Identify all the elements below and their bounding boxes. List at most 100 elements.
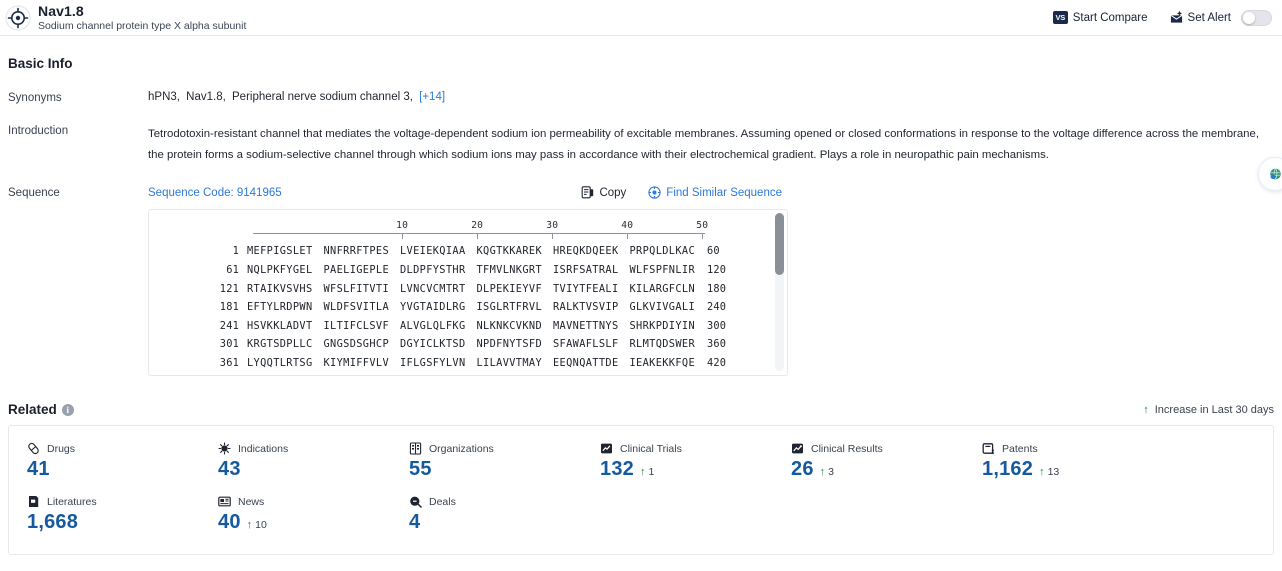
card-label: Deals [429,495,456,508]
up-arrow-icon: ↑ [246,519,253,532]
synonyms-value: hPN3, Nav1.8, Peripheral nerve sodium ch… [148,91,1274,104]
card-label: Drugs [47,442,76,455]
seq-chunk: ALVGLQLFKG [400,319,466,332]
related-card-clinical-results[interactable]: Clinical Results 26 ↑ 3 [773,442,964,495]
related-card-drugs[interactable]: Drugs 41 [9,442,200,495]
related-card-patents[interactable]: Patents 1,162 ↑ 13 [964,442,1155,495]
news-icon [218,495,231,508]
increase-legend-label: Increase in Last 30 days [1154,403,1274,416]
ruler-tick-label: 40 [621,220,634,232]
chat-globe-icon [1269,168,1282,181]
line-end-number: 300 [707,319,727,332]
seq-chunk: WFSLFITVTI [323,282,389,295]
sequence-line: 1 MEFPIGSLET NNFRRFTPES LVEIEKQIAA KQGTK… [149,242,787,261]
page-title: Nav1.8 [38,2,84,19]
start-compare-button[interactable]: VS Start Compare [1052,11,1148,24]
line-end-number: 180 [707,282,727,295]
up-arrow-icon: ↑ [819,466,826,479]
seq-chunk: EFTYLRDPWN [247,301,313,314]
seq-chunk: LVNCVCMTRT [400,282,466,295]
card-label: Organizations [429,442,494,455]
up-arrow-icon: ↑ [639,466,646,479]
sequence-scrollbar[interactable] [775,213,784,372]
seq-chunk: NQLPKFYGEL [247,264,313,277]
synonym-item: hPN3, [148,91,180,103]
sequence-code[interactable]: Sequence Code: 9141965 [148,187,282,199]
header-titles: Nav1.8 Sodium channel protein type X alp… [38,3,246,32]
card-label: News [238,495,265,508]
sequence-line: 121 RTAIKVSVHS WFSLFITVTI LVNCVCMTRT DLP… [149,279,787,298]
find-similar-sequence-button[interactable]: Find Similar Sequence [648,186,782,199]
related-card-news[interactable]: News 40 ↑ 10 [200,495,391,548]
synonyms-row: Synonyms hPN3, Nav1.8, Peripheral nerve … [8,91,1274,104]
line-end-number: 120 [707,264,727,277]
card-delta-value: 3 [828,466,834,479]
app-header: Nav1.8 Sodium channel protein type X alp… [0,0,1282,36]
card-value: 41 [27,458,50,481]
seq-chunk: LILAVVTMAY [476,357,542,370]
ruler-line [253,233,705,240]
seq-chunk: SFAWAFLSLF [553,338,619,351]
set-alert-label: Set Alert [1187,11,1231,24]
set-alert-toggle[interactable] [1241,9,1272,26]
line-end-number: 360 [707,338,727,351]
seq-chunk: TFMVLNKGRT [476,264,542,277]
sequence-content: 10 20 30 40 50 1 MEFPIGSLET NNFRRFTPES L… [149,210,787,372]
related-card-organizations[interactable]: Organizations 55 [391,442,582,495]
seq-chunk: ISGLRTFRVL [476,301,542,314]
line-start-number: 121 [219,282,239,295]
pill-icon [27,442,40,455]
seq-chunk: GNGSDSGHCP [323,338,389,351]
card-label: Indications [238,442,289,455]
line-start-number: 301 [219,338,239,351]
sequence-rows: 1 MEFPIGSLET NNFRRFTPES LVEIEKQIAA KQGTK… [149,242,787,372]
seq-chunk: LVEIEKQIAA [400,245,466,258]
seq-chunk: RLMTQDSWER [629,338,695,351]
page-content: Basic Info Synonyms hPN3, Nav1.8, Periph… [0,56,1282,556]
seq-chunk: KRGTSDPLLC [247,338,313,351]
line-start-number: 361 [219,357,239,370]
seq-chunk: MAVNETTNYS [553,319,619,332]
seq-chunk: IEAKEKKFQE [629,357,695,370]
card-value: 132 [600,458,634,481]
seq-chunk: YVGTAIDLRG [400,301,466,314]
building-icon [409,442,422,455]
find-similar-label: Find Similar Sequence [666,186,782,199]
up-arrow-icon: ↑ [1143,403,1149,416]
related-title-wrap: Related i [8,402,74,417]
seq-chunk: HREQKDQEEK [553,245,619,258]
sequence-row: Sequence Sequence Code: 9141965 Copy Fin… [8,186,1274,377]
set-alert-button[interactable]: Set Alert [1170,9,1272,26]
info-icon[interactable]: i [61,403,74,416]
seq-chunk: IFLGSFYLVN [400,357,466,370]
seq-chunk: DLDPFYSTHR [400,264,466,277]
start-compare-label: Start Compare [1072,11,1148,24]
related-card-deals[interactable]: Deals 4 [391,495,582,548]
seq-chunk: WLDFSVITLA [323,301,389,314]
seq-chunk: WLFSPFNLIR [629,264,695,277]
seq-chunk: PRPQLDLKAC [629,245,695,258]
line-end-number: 60 [707,245,720,258]
line-start-number: 61 [226,264,239,277]
related-card-indications[interactable]: Indications 43 [200,442,391,495]
sequence-tools: Copy Find Similar Sequence [581,186,1274,199]
virus-icon [218,442,231,455]
find-similar-icon [648,186,661,199]
card-delta-value: 13 [1047,466,1060,479]
synonyms-label: Synonyms [8,92,62,104]
seq-chunk: ISRFSATRAL [553,264,619,277]
card-value: 1,162 [982,458,1034,481]
card-delta: ↑ 13 [1039,466,1059,478]
copy-button[interactable]: Copy [581,186,626,199]
related-card-literatures[interactable]: Literatures 1,668 [9,495,200,548]
card-value: 1,668 [27,511,79,534]
seq-chunk: LYQQTLRTSG [247,357,313,370]
sequence-scrollbar-thumb[interactable] [775,213,784,276]
synonyms-more-link[interactable]: [+14] [419,91,445,103]
sequence-viewer[interactable]: 10 20 30 40 50 1 MEFPIGSLET NNFRRFTPES L… [148,209,788,377]
related-card-clinical-trials[interactable]: Clinical Trials 132 ↑ 1 [582,442,773,495]
seq-chunk: KQGTKKAREK [476,245,542,258]
seq-chunk: RALKTVSVIP [553,301,619,314]
card-delta: ↑ 10 [247,519,267,531]
line-end-number: 240 [707,301,727,314]
